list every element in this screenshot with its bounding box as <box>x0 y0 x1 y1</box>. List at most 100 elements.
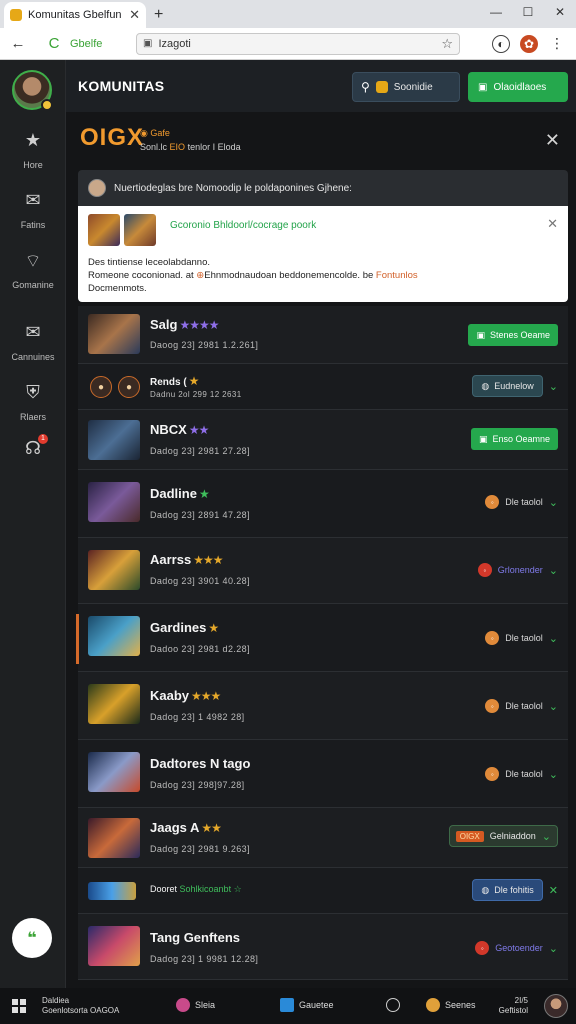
list-item[interactable]: NBCX ★★ Dadog 23] 2981 27.28] ▣ Enso Oeamn… <box>78 410 568 470</box>
close-x-icon[interactable]: ✕ <box>549 884 558 897</box>
item-actions: ◍ Eudnelow ⌄ <box>472 375 558 397</box>
item-name: Aarrss ★★★ <box>150 552 223 567</box>
item-name: Gardines ★ <box>150 620 219 635</box>
item-actions: ◦ Dle taolol ⌄ <box>485 628 558 648</box>
list-item[interactable]: Dadtores N tago Dadog 23] 298]97.28] ◦ D… <box>78 740 568 808</box>
minimize-icon[interactable]: — <box>480 0 512 24</box>
sidebar-item-home[interactable]: ★ Hore <box>0 130 66 170</box>
status-pill[interactable]: ◍ Eudnelow <box>472 375 543 397</box>
list-item[interactable]: Dadline ★ Dadog 23] 2891 47.28] ◦ Dle tao… <box>78 470 568 538</box>
event-pill-label: Gelniaddon <box>489 831 536 841</box>
search-button[interactable]: ⚲ Soonidie <box>352 72 460 102</box>
sidebar-item-cannuines[interactable]: ✉ Cannuines <box>0 322 66 362</box>
join-button[interactable]: ▣ Stenes Oeame <box>468 324 558 346</box>
chat-fab-button[interactable]: ❝ <box>12 918 52 958</box>
list-item[interactable]: ● ● Rends (★ Dadnu 2ol 299 12 2631 ◍ Eudn… <box>78 364 568 410</box>
taskbar-app-3[interactable] <box>386 998 400 1012</box>
taskbar-app-2[interactable]: Gauetee <box>280 998 334 1012</box>
cta-button[interactable]: ▣ Olaoidlaoes <box>468 72 568 102</box>
chevron-down-icon[interactable]: ⌄ <box>549 496 558 509</box>
game-thumbnail <box>88 420 140 460</box>
list-item[interactable]: Jaags A ★★ Dadog 23] 2981 9.263] OIGX Gel… <box>78 808 568 868</box>
close-window-icon[interactable]: ✕ <box>544 0 576 24</box>
back-icon[interactable]: ← <box>6 32 30 56</box>
popup-title[interactable]: Gcoronio Bhldoorl/cocrage poork <box>170 220 316 231</box>
item-name: NBCX ★★ <box>150 422 209 437</box>
join-button[interactable]: ▣ Enso Oeamne <box>470 428 558 450</box>
chevron-down-icon[interactable]: ⌄ <box>549 564 558 577</box>
status-icon: ◦ <box>485 767 500 781</box>
item-meta: Dadog 23] 2981 9.263] <box>150 844 250 854</box>
list-item[interactable]: Tang Genftens Dadog 23] 1 9981 12.28] ◦ … <box>78 914 568 980</box>
item-meta: Dadnu 2ol 299 12 2631 <box>150 390 242 399</box>
game-icon: ▣ <box>478 433 488 444</box>
list-item[interactable]: Gardines ★ Dadoo 23] 2981 d2.28] ◦ Dle ta… <box>76 604 568 672</box>
item-meta: Dadog 23] 2981 27.28] <box>150 446 250 456</box>
sidebar-item-notifications[interactable]: ☊ 1 <box>0 434 66 462</box>
popup-close-icon[interactable]: ✕ <box>547 216 558 232</box>
reload-icon[interactable]: C <box>42 32 66 56</box>
action-label[interactable]: Dle taolol <box>505 701 543 711</box>
taskbar-search[interactable]: Daldiea Goenlotsorta OAGOA <box>42 996 142 1016</box>
item-name: Dooret Sohlkicoanbt ☆ <box>150 884 242 895</box>
status-icon: ◦ <box>475 941 490 955</box>
chevron-down-icon[interactable]: ⌄ <box>549 768 558 781</box>
item-highlight[interactable]: Sohlkicoanbt <box>180 884 232 894</box>
chevron-down-icon[interactable]: ⌄ <box>549 380 558 393</box>
action-label[interactable]: Dle taolol <box>505 769 543 779</box>
action-label[interactable]: Dle taolol <box>505 633 543 643</box>
tab-close-icon[interactable]: ✕ <box>129 7 140 23</box>
rating-stars: ★ <box>208 621 219 635</box>
sidebar-item-label: Cannuines <box>11 352 55 362</box>
action-label[interactable]: Geotoender <box>495 943 543 953</box>
sidebar-item-label: Rlaers <box>19 412 46 422</box>
game-thumbnail <box>88 616 140 656</box>
browser-toolbar: ← C Gbelfe ▣ Izagoti ☆ ◐ ✿ ⋮ <box>0 28 576 60</box>
list-item[interactable]: Aarrss ★★★ Dadog 23] 3901 40.28] ◦ Grlone… <box>78 538 568 604</box>
status-pill[interactable]: ◍ Dle fohitis <box>472 879 543 901</box>
chevron-down-icon[interactable]: ⌄ <box>549 632 558 645</box>
sidebar: ★ Hore ✉ Fatins ⌔ Gomanine ✉ Cannuines ⛨… <box>0 60 66 988</box>
extension-icon-2[interactable]: ✿ <box>520 34 538 53</box>
list-item[interactable]: Kaaby ★★★ Dadog 23] 1 4982 28] ◦ Dle taol… <box>78 672 568 740</box>
address-bar[interactable]: ▣ Izagoti ☆ <box>136 32 460 55</box>
user-avatar[interactable] <box>544 994 568 1018</box>
action-label[interactable]: Dle taolol <box>505 497 543 507</box>
taskbar-app-4[interactable]: Seenes <box>426 998 476 1012</box>
menu-icon[interactable]: ⋮ <box>548 35 566 53</box>
item-name: Salg ★★★★ <box>150 317 220 332</box>
extension-icon[interactable]: ◐ <box>492 34 510 53</box>
browser-tab[interactable]: Komunitas Gbelfun ✕ <box>4 2 146 28</box>
popup-thumbnails <box>88 214 156 246</box>
window-controls: — ☐ ✕ <box>480 0 576 28</box>
sidebar-item-rlaers[interactable]: ⛨ Rlaers <box>0 382 66 422</box>
sidebar-item-fatins[interactable]: ✉ Fatins <box>0 190 66 230</box>
list-item[interactable]: Dooret Sohlkicoanbt ☆ ◍ Dle fohitis ✕ <box>78 868 568 914</box>
user-avatar <box>88 179 106 197</box>
new-tab-button[interactable]: + <box>154 2 163 28</box>
list-item[interactable]: Salg ★★★★ Daoog 23] 2981 1.2.261] ▣ Stenes… <box>78 306 568 364</box>
taskbar-clock[interactable]: 2I/5 Geftistol <box>499 996 528 1016</box>
action-label[interactable]: Grlonender <box>498 565 543 575</box>
status-pill-label: Eudnelow <box>494 381 534 391</box>
badge-icon: ● <box>90 376 112 398</box>
avatar[interactable] <box>12 70 53 111</box>
chevron-down-icon[interactable]: ⌄ <box>549 942 558 955</box>
sidebar-item-gomanine[interactable]: ⌔ Gomanine <box>0 250 66 290</box>
bookmark-link[interactable]: Gbelfe <box>70 38 132 50</box>
taskbar-app-1[interactable]: Sleia <box>176 998 215 1012</box>
status-icon: ◦ <box>485 495 500 509</box>
popup-link[interactable]: Fontunlos <box>376 270 418 281</box>
rating-stars: ★★★★ <box>179 318 219 332</box>
maximize-icon[interactable]: ☐ <box>512 0 544 24</box>
bookmark-star-icon[interactable]: ☆ <box>441 36 453 52</box>
close-icon[interactable]: ✕ <box>545 130 560 151</box>
event-pill[interactable]: OIGX Gelniaddon ⌄ <box>448 825 558 847</box>
chevron-down-icon[interactable]: ⌄ <box>549 700 558 713</box>
coin-icon <box>375 81 388 93</box>
globe-icon: ◍ <box>481 380 490 391</box>
cta-icon: ▣ <box>478 81 488 93</box>
windows-start-icon[interactable] <box>12 999 26 1013</box>
item-name-text: Salg <box>150 317 178 332</box>
game-thumbnail <box>88 550 140 590</box>
